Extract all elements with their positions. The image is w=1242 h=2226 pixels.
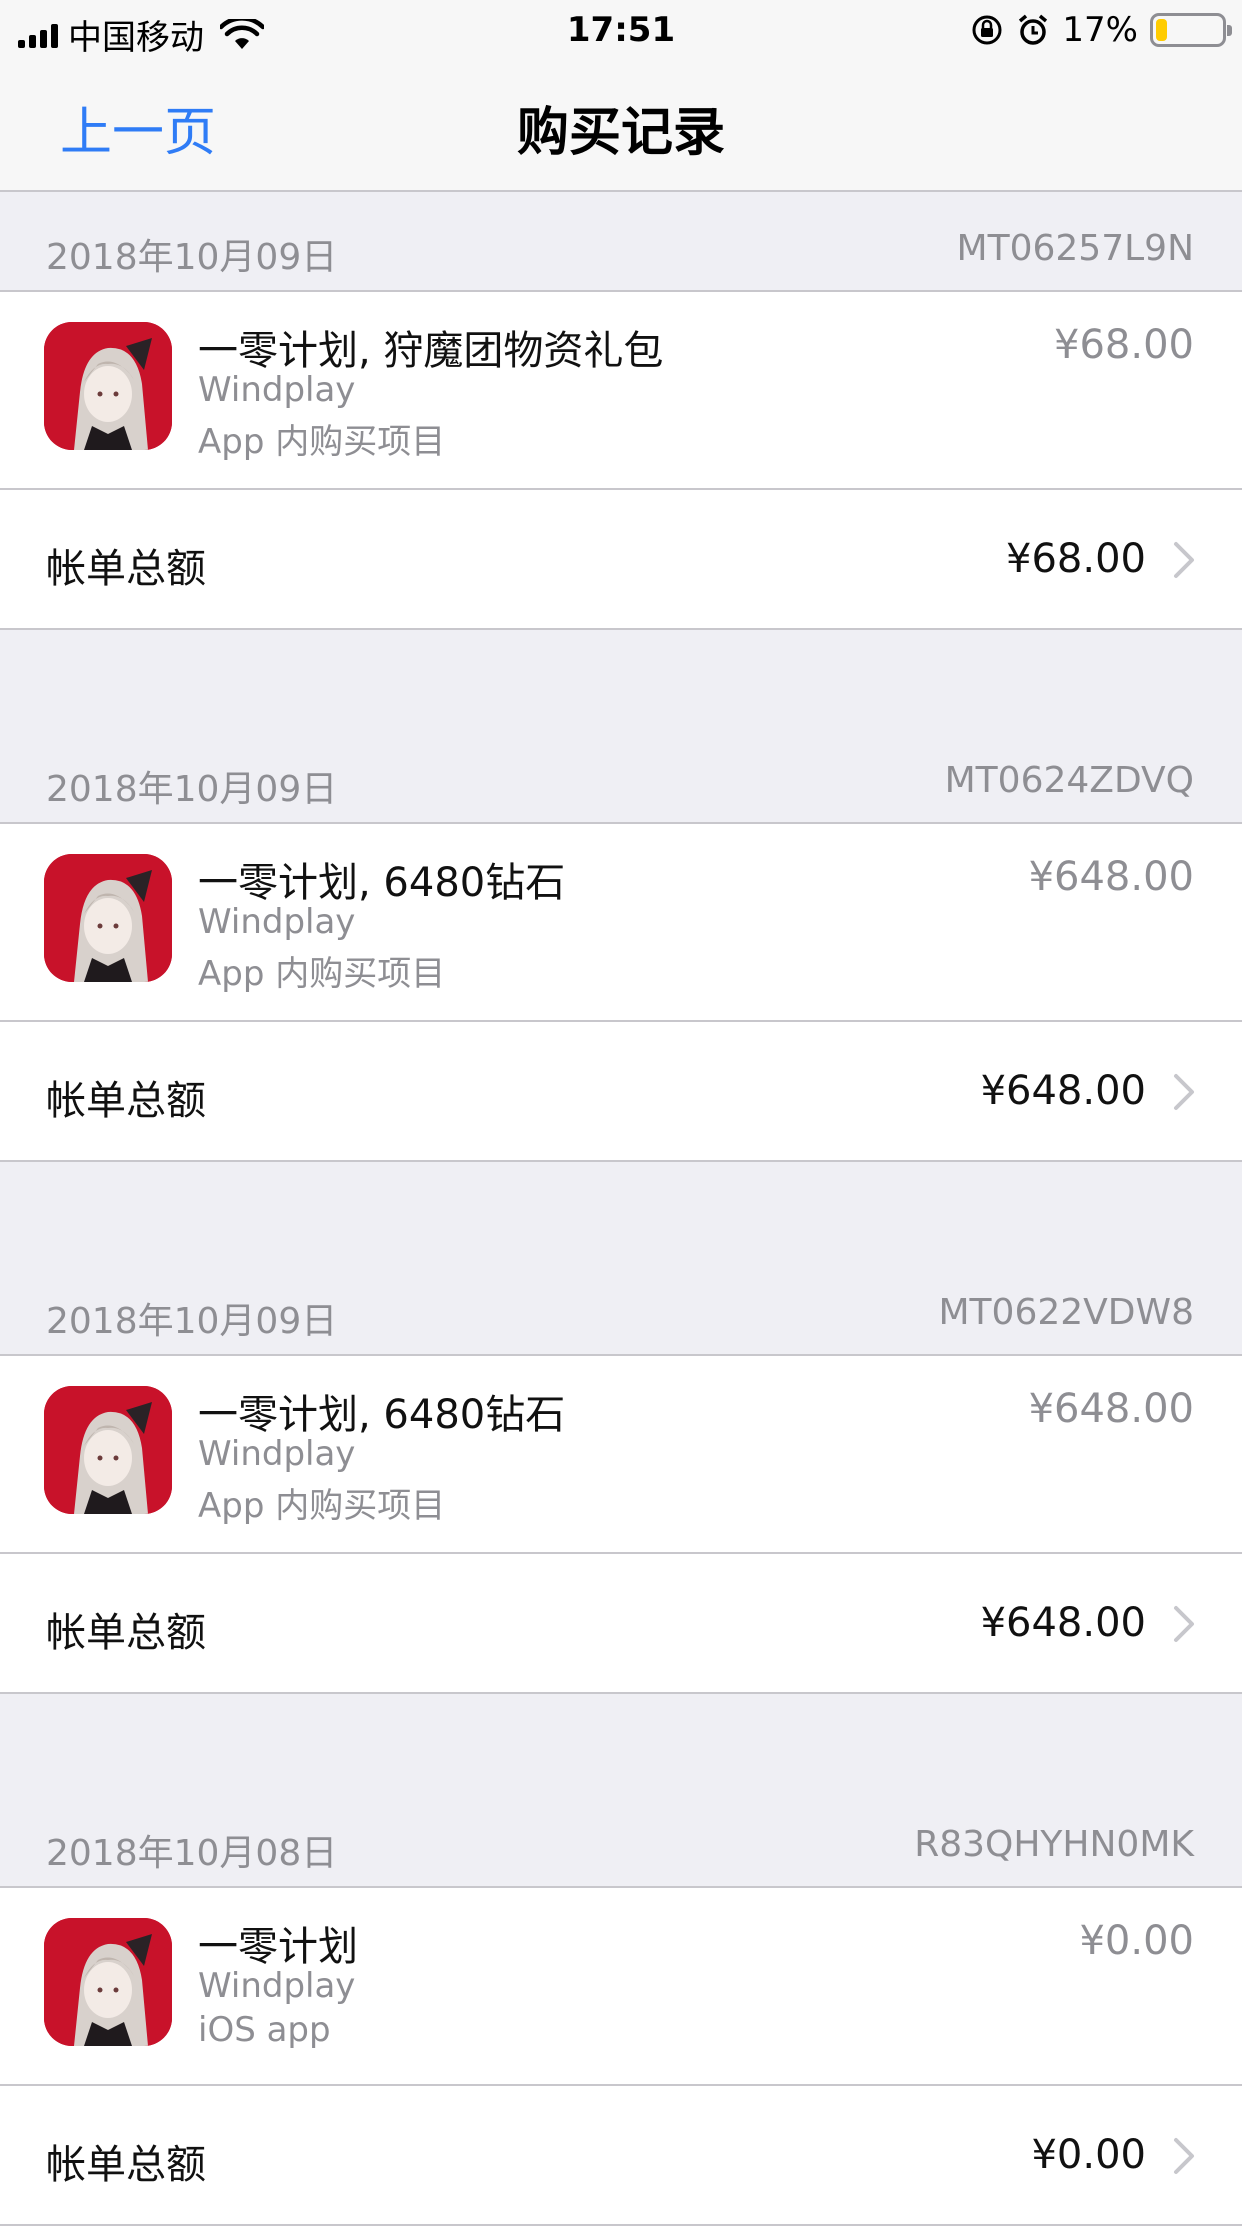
app-icon xyxy=(44,1918,172,2046)
purchase-item-row[interactable]: 一零计划, 6480钻石 Windplay App 内购买项目 ¥648.00 xyxy=(0,1356,1242,1554)
chevron-right-icon xyxy=(1174,1074,1194,1110)
order-section: 2018年10月09日 MT0622VDW8 一零计划, 6480钻石 Wind… xyxy=(0,1162,1242,1694)
purchase-history-list[interactable]: 2018年10月09日 MT06257L9N 一零计划, 狩魔团物资礼包 Win… xyxy=(0,192,1242,2226)
alarm-icon xyxy=(1019,14,1048,45)
order-id: MT0622VDW8 xyxy=(938,1292,1194,1333)
order-date: 2018年10月09日 xyxy=(46,1301,338,1342)
order-section: 2018年10月08日 R83QHYHN0MK 一零计划 Windplay iO… xyxy=(0,1694,1242,2226)
app-icon xyxy=(44,322,172,450)
order-date: 2018年10月09日 xyxy=(46,237,338,278)
order-id: MT0624ZDVQ xyxy=(944,760,1194,801)
chevron-right-icon xyxy=(1174,542,1194,578)
item-title: 一零计划, 狩魔团物资礼包 xyxy=(198,328,664,374)
item-type: App 内购买项目 xyxy=(198,422,446,462)
status-right: 17% xyxy=(970,10,1232,50)
item-developer: Windplay xyxy=(198,902,356,942)
item-type: iOS app xyxy=(198,2010,331,2050)
bill-total-label: 帐单总额 xyxy=(46,2142,206,2188)
purchase-item-row[interactable]: 一零计划, 狩魔团物资礼包 Windplay App 内购买项目 ¥68.00 xyxy=(0,292,1242,490)
bill-total-value: ¥648.00 xyxy=(980,1068,1146,1114)
navigation-bar: 上一页 购买记录 xyxy=(0,62,1242,192)
order-date: 2018年10月08日 xyxy=(46,1833,338,1874)
order-header: 2018年10月08日 R83QHYHN0MK xyxy=(0,1788,1242,1888)
item-developer: Windplay xyxy=(198,1434,356,1474)
item-title: 一零计划 xyxy=(198,1924,358,1970)
battery-icon xyxy=(1150,13,1232,47)
bill-total-row[interactable]: 帐单总额 ¥68.00 xyxy=(0,490,1242,630)
bill-total-value: ¥68.00 xyxy=(1006,536,1146,582)
app-icon xyxy=(44,1386,172,1514)
item-price: ¥648.00 xyxy=(1028,854,1194,900)
order-id: MT06257L9N xyxy=(956,228,1194,269)
chevron-right-icon xyxy=(1174,2138,1194,2174)
bill-total-value: ¥648.00 xyxy=(980,1600,1146,1646)
bill-total-row[interactable]: 帐单总额 ¥0.00 xyxy=(0,2086,1242,2226)
bill-total-row[interactable]: 帐单总额 ¥648.00 xyxy=(0,1554,1242,1694)
order-date: 2018年10月09日 xyxy=(46,769,338,810)
bill-total-label: 帐单总额 xyxy=(46,1610,206,1656)
purchase-item-row[interactable]: 一零计划 Windplay iOS app ¥0.00 xyxy=(0,1888,1242,2086)
bill-total-label: 帐单总额 xyxy=(46,546,206,592)
order-header: 2018年10月09日 MT0624ZDVQ xyxy=(0,724,1242,824)
item-type: App 内购买项目 xyxy=(198,1486,446,1526)
app-icon xyxy=(44,854,172,982)
bill-total-row[interactable]: 帐单总额 ¥648.00 xyxy=(0,1022,1242,1162)
item-price: ¥0.00 xyxy=(1079,1918,1194,1964)
item-developer: Windplay xyxy=(198,1966,356,2006)
battery-level-fill xyxy=(1156,19,1167,41)
orientation-lock-icon xyxy=(972,15,1002,45)
bill-total-value: ¥0.00 xyxy=(1031,2132,1146,2178)
item-price: ¥648.00 xyxy=(1028,1386,1194,1432)
item-title: 一零计划, 6480钻石 xyxy=(198,1392,566,1438)
order-header: 2018年10月09日 MT0622VDW8 xyxy=(0,1256,1242,1356)
page-title: 购买记录 xyxy=(516,103,725,163)
purchase-item-row[interactable]: 一零计划, 6480钻石 Windplay App 内购买项目 ¥648.00 xyxy=(0,824,1242,1022)
order-section: 2018年10月09日 MT06257L9N 一零计划, 狩魔团物资礼包 Win… xyxy=(0,192,1242,630)
order-id: R83QHYHN0MK xyxy=(914,1824,1194,1865)
status-bar: 中国移动 17:51 17% xyxy=(0,0,1242,62)
item-type: App 内购买项目 xyxy=(198,954,446,994)
chevron-right-icon xyxy=(1174,1606,1194,1642)
order-section: 2018年10月09日 MT0624ZDVQ 一零计划, 6480钻石 Wind… xyxy=(0,630,1242,1162)
item-title: 一零计划, 6480钻石 xyxy=(198,860,566,906)
battery-percent: 17% xyxy=(1062,10,1138,50)
order-header: 2018年10月09日 MT06257L9N xyxy=(0,192,1242,292)
item-developer: Windplay xyxy=(198,370,356,410)
bill-total-label: 帐单总额 xyxy=(46,1078,206,1124)
item-price: ¥68.00 xyxy=(1054,322,1194,368)
